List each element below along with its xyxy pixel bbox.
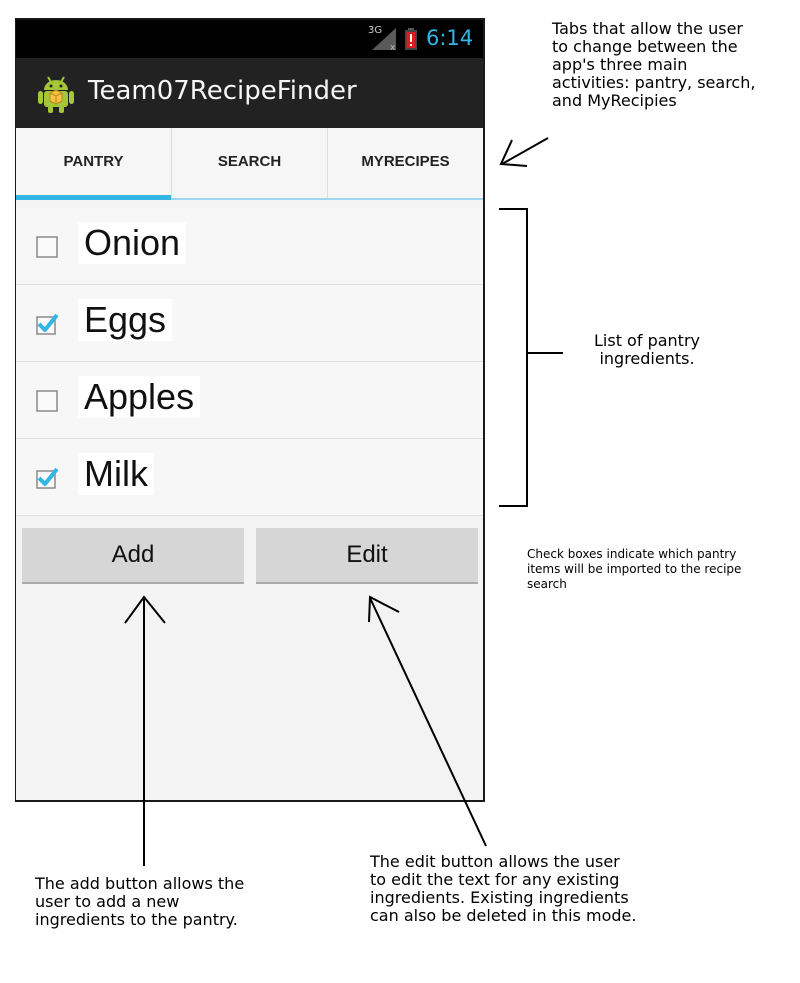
checkbox-annotation: Check boxes indicate which pantry items …	[527, 547, 742, 591]
tab-search-label: SEARCH	[217, 152, 282, 170]
edit-annotation: The edit button allows the user to edit …	[370, 852, 637, 925]
status-bar: x 3G 6:14	[16, 20, 483, 58]
pantry-item-apples[interactable]: Apples	[16, 362, 483, 439]
android-icon[interactable]	[36, 74, 76, 114]
pantry-item-eggs[interactable]: Eggs	[16, 285, 483, 362]
pantry-item-label: Milk	[78, 453, 154, 495]
checkbox-unchecked[interactable]	[36, 236, 58, 258]
button-row: Add Edit	[16, 528, 483, 588]
list-annotation: List of pantry ingredients.	[594, 331, 700, 368]
battery-alert-icon	[405, 28, 417, 50]
edit-button[interactable]: Edit	[256, 528, 478, 584]
list-bracket	[499, 208, 528, 507]
tab-myrecipes[interactable]: MYRECIPES	[327, 128, 483, 198]
add-button[interactable]: Add	[22, 528, 244, 584]
tabs-annotation: Tabs that allow the user to change betwe…	[552, 19, 756, 110]
pantry-list: Onion Eggs Apples Milk	[16, 208, 483, 516]
network-type-label: 3G	[368, 25, 383, 36]
tabs-arrow	[501, 137, 549, 165]
action-bar: Team07RecipeFinder	[16, 58, 483, 128]
svg-text:x: x	[390, 43, 396, 52]
tab-myrecipes-label: MYRECIPES	[361, 152, 450, 170]
tab-pantry[interactable]: PANTRY	[16, 128, 171, 200]
checkbox-checked[interactable]	[36, 313, 58, 335]
phone-screen: x 3G 6:14 Team07RecipeFinder PANTRY SEAR…	[15, 18, 485, 802]
pantry-item-label: Apples	[78, 376, 201, 418]
pantry-item-onion[interactable]: Onion	[16, 208, 483, 285]
pantry-item-label: Onion	[78, 222, 187, 264]
pantry-item-milk[interactable]: Milk	[16, 439, 483, 516]
tab-search[interactable]: SEARCH	[171, 128, 327, 198]
tabs-arrowhead	[499, 139, 528, 167]
checkbox-checked[interactable]	[36, 467, 58, 489]
pantry-item-label: Eggs	[78, 299, 173, 341]
app-title: Team07RecipeFinder	[88, 76, 357, 106]
checkbox-unchecked[interactable]	[36, 390, 58, 412]
tab-bar: PANTRY SEARCH MYRECIPES	[16, 128, 483, 200]
status-clock: 6:14	[426, 26, 474, 50]
tab-pantry-label: PANTRY	[63, 152, 124, 170]
add-annotation: The add button allows the user to add a …	[35, 874, 245, 929]
